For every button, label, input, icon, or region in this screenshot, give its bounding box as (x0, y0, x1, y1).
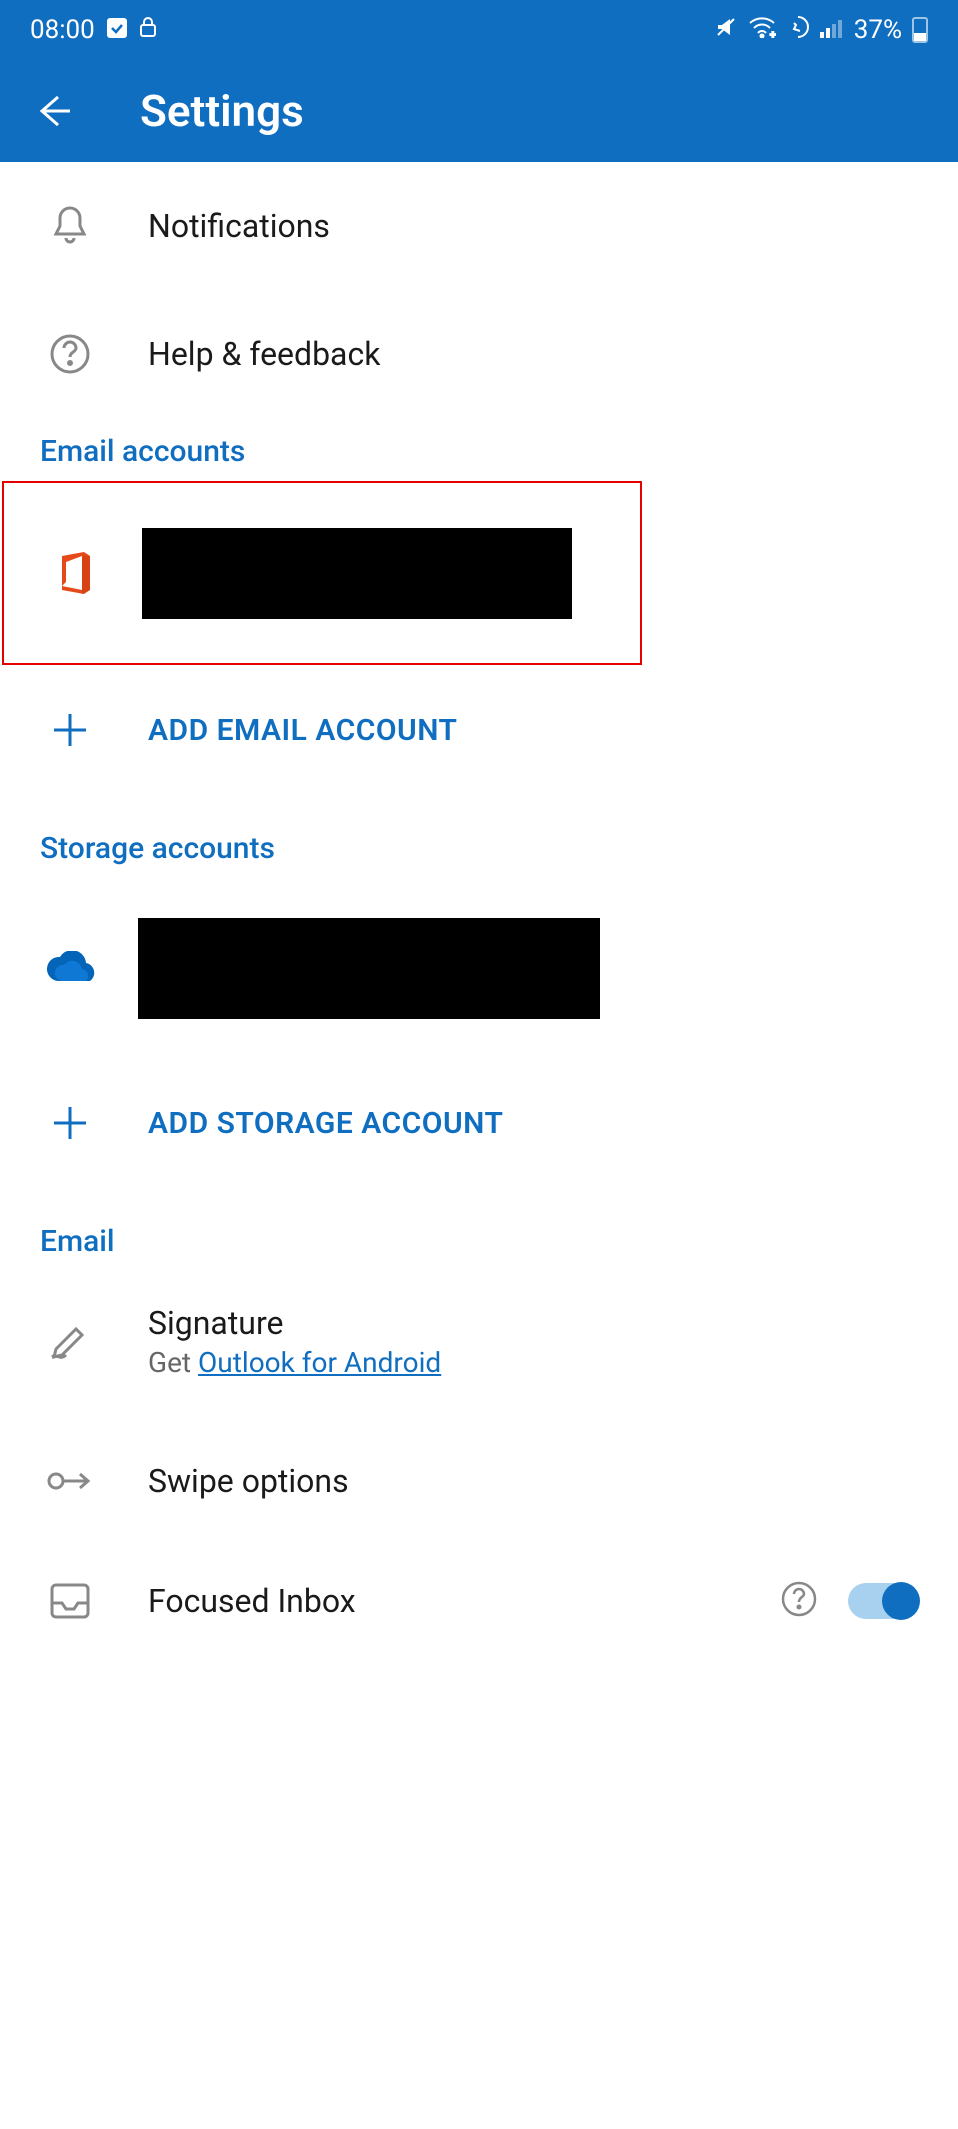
battery-icon (912, 17, 928, 43)
add-email-account-button[interactable]: ADD EMAIL ACCOUNT (0, 665, 958, 795)
battery-text: 37% (854, 15, 902, 45)
add-storage-account-button[interactable]: ADD STORAGE ACCOUNT (0, 1058, 958, 1188)
wifi-icon: + (748, 15, 776, 45)
section-storage-accounts: Storage accounts (0, 815, 958, 878)
email-account-item[interactable] (4, 483, 640, 663)
calendar-small-icon (107, 15, 127, 45)
list-item-label: Focused Inbox (148, 1582, 780, 1620)
signature-subtitle: Get Outlook for Android (148, 1346, 441, 1379)
help-icon[interactable] (780, 1580, 818, 1622)
help-icon (40, 333, 100, 375)
section-email: Email (0, 1208, 958, 1271)
swipe-icon (40, 1469, 100, 1493)
app-bar: Settings (0, 60, 958, 162)
mute-icon (714, 15, 738, 46)
list-item-label: Help & feedback (148, 335, 380, 373)
signature-label: Signature (148, 1304, 441, 1342)
add-label: ADD STORAGE ACCOUNT (148, 1106, 503, 1141)
storage-account-redacted (138, 918, 600, 1019)
email-account-redacted (142, 528, 572, 619)
lock-icon (139, 15, 157, 45)
focused-inbox-toggle[interactable] (848, 1583, 918, 1619)
signature-icon (40, 1321, 100, 1361)
list-item-label: Notifications (148, 207, 330, 245)
add-label: ADD EMAIL ACCOUNT (148, 713, 457, 748)
section-email-accounts: Email accounts (0, 418, 958, 481)
highlight-annotation (2, 481, 642, 665)
settings-item-signature[interactable]: Signature Get Outlook for Android (0, 1271, 958, 1411)
office-icon (44, 550, 104, 596)
list-item-label: Swipe options (148, 1462, 349, 1500)
bell-icon (40, 204, 100, 248)
status-bar: 08:00 + 37% (0, 0, 958, 60)
settings-item-focused-inbox[interactable]: Focused Inbox (0, 1551, 958, 1651)
settings-item-swipe[interactable]: Swipe options (0, 1411, 958, 1551)
signal-icon (820, 15, 844, 45)
plus-icon (40, 1103, 100, 1143)
status-time: 08:00 (30, 15, 95, 45)
svg-text:+: + (770, 30, 776, 38)
settings-item-help[interactable]: Help & feedback (0, 290, 958, 418)
call-icon (786, 15, 810, 46)
settings-item-notifications[interactable]: Notifications (0, 162, 958, 290)
inbox-icon (40, 1581, 100, 1621)
plus-icon (40, 710, 100, 750)
page-title: Settings (140, 85, 304, 137)
storage-account-item[interactable] (0, 878, 958, 1058)
onedrive-icon (40, 951, 100, 985)
outlook-android-link[interactable]: Outlook for Android (198, 1346, 441, 1379)
back-button[interactable] (30, 89, 90, 133)
